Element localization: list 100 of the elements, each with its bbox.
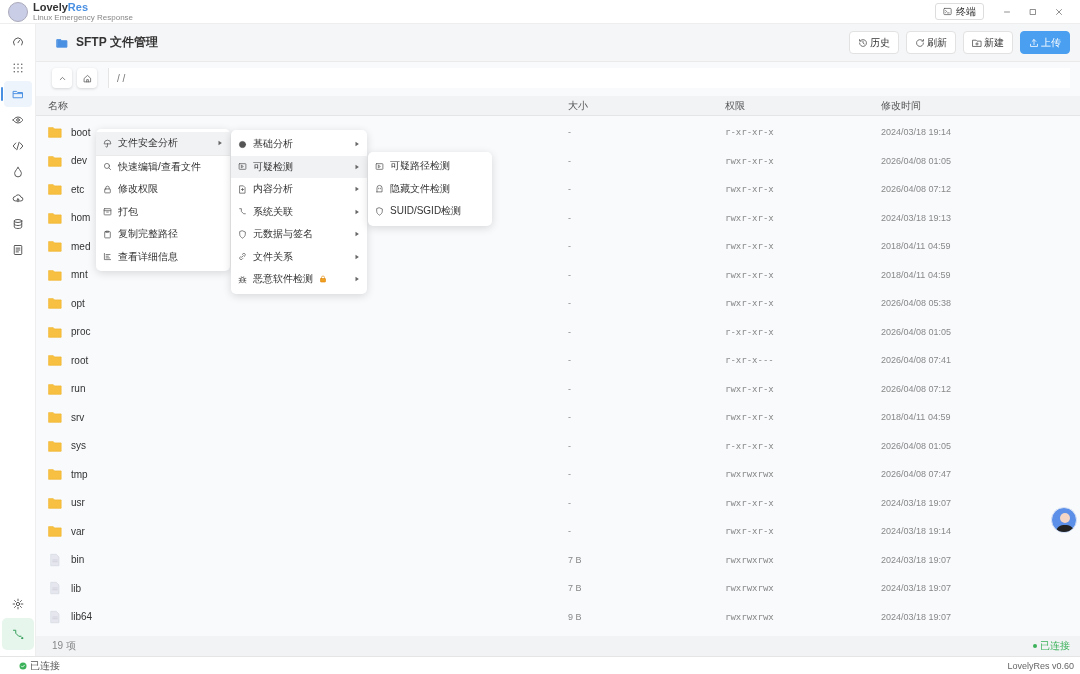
new-folder-icon [972, 37, 982, 48]
menu-item[interactable]: 复制完整路径 [96, 223, 230, 246]
menu-item[interactable]: 可疑检测 [231, 155, 367, 178]
size-cell-text: - [568, 412, 572, 423]
caret-right-icon [354, 231, 360, 238]
permission-cell-text: rwxr-xr-x [725, 155, 775, 166]
file-name[interactable]: usr [71, 497, 85, 509]
file-name[interactable]: opt [71, 297, 85, 309]
size-cell-text: - [568, 155, 572, 166]
size-cell-text: 7 B [568, 554, 583, 565]
terminal-button[interactable]: 终端 [935, 3, 984, 20]
menu-item[interactable]: 内容分析 [231, 178, 367, 201]
file-name[interactable]: tmp [71, 468, 88, 480]
file-name[interactable]: bin [71, 554, 85, 566]
permission-cell-text: rwxr-xr-x [725, 184, 775, 195]
menu-item[interactable]: 元数据与签名 [231, 223, 367, 246]
size-cell-text: - [568, 127, 572, 138]
menu-item[interactable]: 打包 [96, 200, 230, 223]
time-cell-text: 2024/03/18 19:07 [881, 611, 953, 622]
permission-cell-text: rwxr-xr-x [725, 298, 775, 309]
menu-item[interactable]: SUID/SGID检测 [368, 200, 492, 223]
size-cell-text: - [568, 440, 572, 451]
toolbar-button[interactable]: 新建 [963, 31, 1013, 54]
permission-cell-text: rwxrwxrwx [725, 611, 775, 622]
file-name[interactable]: etc [71, 183, 85, 195]
database-icon[interactable] [11, 218, 24, 230]
menu-item[interactable]: 快速编辑/查看文件 [96, 155, 230, 178]
menu-item[interactable]: 隐藏文件检测 [368, 177, 492, 200]
file-name[interactable]: srv [71, 411, 85, 423]
folder-icon [48, 182, 62, 197]
maximize-icon[interactable] [1029, 7, 1037, 16]
permission-cell-text: rwxr-xr-x [725, 383, 775, 394]
file-name[interactable]: hom [71, 212, 91, 224]
connection-icon [11, 628, 24, 640]
drop-icon[interactable] [11, 166, 24, 178]
folder-icon [48, 353, 62, 368]
folder-icon [48, 467, 62, 482]
time-cell-text: 2024/03/18 19:07 [881, 554, 953, 565]
size-cell-text: - [568, 269, 572, 280]
path-field[interactable]: / / [108, 68, 1070, 88]
permission-cell-text: r-xr-x--- [725, 355, 775, 366]
time-cell-text: 2024/03/18 19:14 [881, 526, 953, 537]
permission-cell-text: rwxr-xr-x [725, 241, 775, 252]
menu-item[interactable]: 可疑路径检测 [368, 155, 492, 178]
file-name[interactable]: var [71, 525, 85, 537]
menu-item[interactable]: 系统关联 [231, 200, 367, 223]
menu-item[interactable]: 文件安全分析 [96, 132, 230, 155]
settings-icon[interactable] [11, 598, 24, 610]
size-cell-text: - [568, 497, 572, 508]
caret-right-icon [354, 186, 360, 193]
disc-icon [238, 139, 247, 149]
toolbar-button[interactable]: 历史 [849, 31, 899, 54]
size-cell-text: - [568, 469, 572, 480]
folder-icon[interactable] [11, 88, 24, 100]
connection-tile[interactable] [1, 618, 34, 650]
menu-item[interactable]: 基础分析 [231, 133, 367, 156]
caret-right-icon [354, 141, 360, 148]
file-name[interactable]: lib64 [71, 611, 93, 623]
grid-icon[interactable] [11, 62, 24, 74]
toolbar-button[interactable]: 刷新 [906, 31, 956, 54]
caret-right-icon [217, 140, 223, 147]
permission-cell-text: rwxrwxrwx [725, 583, 775, 594]
archive-icon [103, 207, 112, 217]
refresh-icon [915, 37, 925, 48]
folder-icon [48, 495, 62, 510]
home-button[interactable] [77, 68, 97, 88]
caret-right-icon [354, 253, 360, 260]
column-header: 大小 [568, 98, 589, 113]
app-logo [8, 1, 28, 22]
code-icon[interactable] [11, 140, 24, 152]
link-icon [238, 252, 247, 262]
menu-item[interactable]: 修改权限 [96, 178, 230, 201]
file-name[interactable]: mnt [71, 269, 88, 281]
gauge-icon[interactable] [11, 36, 24, 48]
file-name[interactable]: med [71, 240, 91, 252]
app-name: LovelyRes [33, 1, 89, 13]
app-subtitle: Linux Emergency Response [33, 13, 134, 22]
size-cell-text: - [568, 184, 572, 195]
time-cell-text: 2026/04/08 07:47 [881, 469, 953, 480]
file-name[interactable]: dev [71, 155, 88, 167]
shield-icon [375, 206, 384, 216]
file-name[interactable]: boot [71, 126, 91, 138]
file-name[interactable]: lib [71, 582, 81, 594]
menu-item[interactable]: 查看详细信息 [96, 245, 230, 268]
time-cell-text: 2018/04/11 04:59 [881, 269, 952, 280]
eye-icon[interactable] [11, 114, 24, 126]
page-title: SFTP 文件管理 [76, 34, 158, 51]
menu-item[interactable]: 文件关系 [231, 245, 367, 268]
file-name[interactable]: proc [71, 326, 91, 338]
time-cell-text: 2024/03/18 19:14 [881, 127, 953, 138]
file-name[interactable]: run [71, 383, 86, 395]
time-cell-text: 2024/03/18 19:13 [881, 212, 953, 223]
file-name[interactable]: sys [71, 440, 86, 452]
close-icon[interactable] [1055, 7, 1063, 16]
menu-item[interactable]: 恶意软件检测 [231, 268, 367, 291]
document-icon[interactable] [11, 244, 24, 256]
file-name[interactable]: root [71, 354, 89, 366]
cloud-icon[interactable] [11, 192, 24, 204]
size-cell-text: - [568, 526, 572, 537]
permission-cell-text: rwxrwxrwx [725, 554, 775, 565]
